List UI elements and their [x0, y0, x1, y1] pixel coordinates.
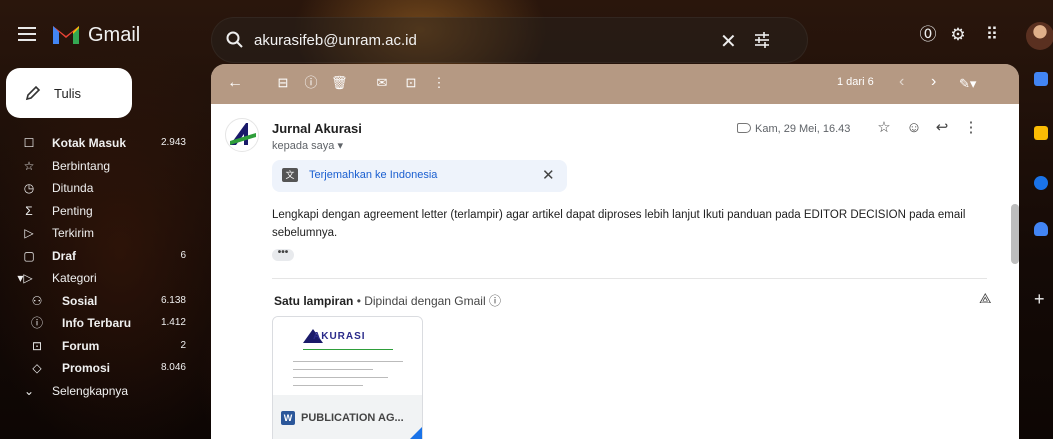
newer-icon[interactable]: ‹: [899, 73, 904, 91]
more-options-icon[interactable]: ⋮: [431, 75, 447, 91]
search-bar[interactable]: akurasifeb@unram.ac.id ✕: [211, 17, 808, 63]
label-icon[interactable]: [737, 123, 751, 133]
sidebar-nav: ☐ Kotak Masuk 2.943 ☆ Berbintang ◷ Ditun…: [0, 132, 200, 402]
contacts-icon[interactable]: [1034, 222, 1048, 236]
sidebar-item-sent[interactable]: ▷ Terkirim: [0, 222, 200, 245]
chevron-down-icon: ⌄: [23, 383, 35, 398]
show-trimmed-button[interactable]: •••: [272, 248, 294, 261]
draft-icon: ▢: [23, 248, 35, 263]
sidebar-item-more[interactable]: ⌄ Selengkapnya: [0, 380, 200, 403]
word-file-icon: W: [281, 411, 295, 425]
attachment-thumbnail: AKURASI: [273, 317, 422, 395]
info-icon: ⓘ: [30, 316, 43, 330]
pagination-text: 1 dari 6: [837, 76, 874, 88]
settings-icon[interactable]: ⚙: [949, 26, 967, 44]
translate-link[interactable]: Terjemahkan ke Indonesia: [309, 169, 437, 181]
important-icon: Σ: [25, 203, 33, 218]
delete-icon[interactable]: 🗑: [331, 75, 348, 91]
page-fold-icon: [402, 425, 422, 439]
app-name: Gmail: [88, 24, 141, 46]
label-icon: ▾▷: [17, 271, 33, 285]
report-spam-icon[interactable]: ⓘ: [303, 75, 319, 91]
sender-avatar[interactable]: [225, 118, 259, 152]
sidebar-item-categories[interactable]: ▾▷ Kategori: [0, 267, 200, 290]
tasks-icon[interactable]: [1034, 176, 1048, 190]
search-input[interactable]: akurasifeb@unram.ac.id: [254, 32, 417, 49]
close-icon[interactable]: ✕: [542, 166, 555, 184]
sidebar-item-snoozed[interactable]: ◷ Ditunda: [0, 177, 200, 200]
message-panel: ← ⊟ ⓘ 🗑 ✉ ⊡ ⋮ 1 dari 6 ‹ › ✎▾ Jurnal Aku…: [211, 64, 1019, 439]
recipient-details[interactable]: kepada saya ▾: [272, 139, 343, 152]
keep-icon[interactable]: [1034, 126, 1048, 140]
divider: [272, 278, 987, 279]
account-avatar[interactable]: [1026, 22, 1053, 50]
gmail-logo-icon[interactable]: [51, 22, 81, 46]
attachment-card[interactable]: AKURASI W PUBLICATION AG...: [272, 316, 423, 439]
clear-search-icon[interactable]: ✕: [720, 29, 737, 54]
send-icon: ▷: [24, 226, 34, 240]
add-addon-icon[interactable]: +: [1034, 290, 1045, 308]
snooze-icon[interactable]: ⊡: [403, 75, 419, 91]
people-icon: ⚇: [31, 293, 43, 308]
top-bar: Gmail akurasifeb@unram.ac.id ✕ ⓪ ⚙ ⠿: [0, 0, 1053, 64]
scrollbar[interactable]: [1011, 204, 1019, 264]
sidebar-item-updates[interactable]: ⓘ Info Terbaru 1.412: [0, 312, 200, 335]
sender-name[interactable]: Jurnal Akurasi: [272, 121, 362, 136]
more-options-icon[interactable]: ⋮: [962, 119, 980, 137]
main-menu-icon[interactable]: [18, 27, 36, 41]
search-options-icon[interactable]: [752, 30, 772, 50]
sidebar-item-inbox[interactable]: ☐ Kotak Masuk 2.943: [0, 132, 200, 155]
translate-banner: 文 Terjemahkan ke Indonesia ✕: [272, 160, 567, 192]
message-view: Jurnal Akurasi kepada saya ▾ Kam, 29 Mei…: [211, 104, 1019, 439]
inbox-icon: ☐: [23, 136, 35, 150]
tag-icon: ◇: [32, 361, 42, 375]
clock-icon: ◷: [23, 181, 35, 195]
attachment-file-name: PUBLICATION AG...: [301, 412, 404, 424]
attachment-footer: W PUBLICATION AG...: [273, 395, 422, 439]
sidebar-item-important[interactable]: Σ Penting: [0, 200, 200, 223]
star-icon[interactable]: ☆: [875, 119, 893, 137]
translate-icon: 文: [282, 168, 298, 182]
help-icon[interactable]: ⓪: [919, 26, 937, 44]
emoji-reaction-icon[interactable]: ☺: [905, 119, 923, 137]
archive-icon[interactable]: ⊟: [275, 75, 291, 91]
compose-button[interactable]: Tulis: [6, 68, 132, 118]
search-icon[interactable]: [226, 31, 244, 49]
sidebar-item-promotions[interactable]: ◇ Promosi 8.046: [0, 357, 200, 380]
message-toolbar: ← ⊟ ⓘ 🗑 ✉ ⊡ ⋮ 1 dari 6 ‹ › ✎▾: [211, 64, 1019, 104]
input-tools-icon[interactable]: ✎▾: [959, 76, 976, 92]
calendar-icon[interactable]: [1034, 72, 1048, 86]
sidebar-item-forums[interactable]: ⊡ Forum 2: [0, 335, 200, 358]
compose-label: Tulis: [54, 86, 81, 101]
add-to-drive-icon[interactable]: ⟁: [979, 290, 995, 306]
forum-icon: ⊡: [31, 338, 43, 353]
sidebar-item-starred[interactable]: ☆ Berbintang: [0, 155, 200, 178]
mark-unread-icon[interactable]: ✉: [374, 75, 390, 91]
older-icon[interactable]: ›: [931, 73, 936, 91]
pencil-icon: [25, 85, 41, 101]
message-date: Kam, 29 Mei, 16.43: [755, 123, 851, 135]
side-panel: +: [1029, 64, 1053, 439]
reply-icon[interactable]: ↩: [933, 119, 951, 137]
message-body: Lengkapi dengan agreement letter (terlam…: [272, 209, 966, 239]
star-icon: ☆: [23, 158, 35, 173]
akurasi-logo-icon: [230, 123, 256, 145]
sidebar-item-social[interactable]: ⚇ Sosial 6.138: [0, 290, 200, 313]
apps-grid-icon[interactable]: ⠿: [983, 26, 1001, 44]
attachments-header: Satu lampiran • Dipindai dengan Gmail ⓘ: [274, 294, 501, 308]
sidebar-item-drafts[interactable]: ▢ Draf 6: [0, 245, 200, 268]
back-arrow-icon[interactable]: ←: [227, 75, 243, 91]
